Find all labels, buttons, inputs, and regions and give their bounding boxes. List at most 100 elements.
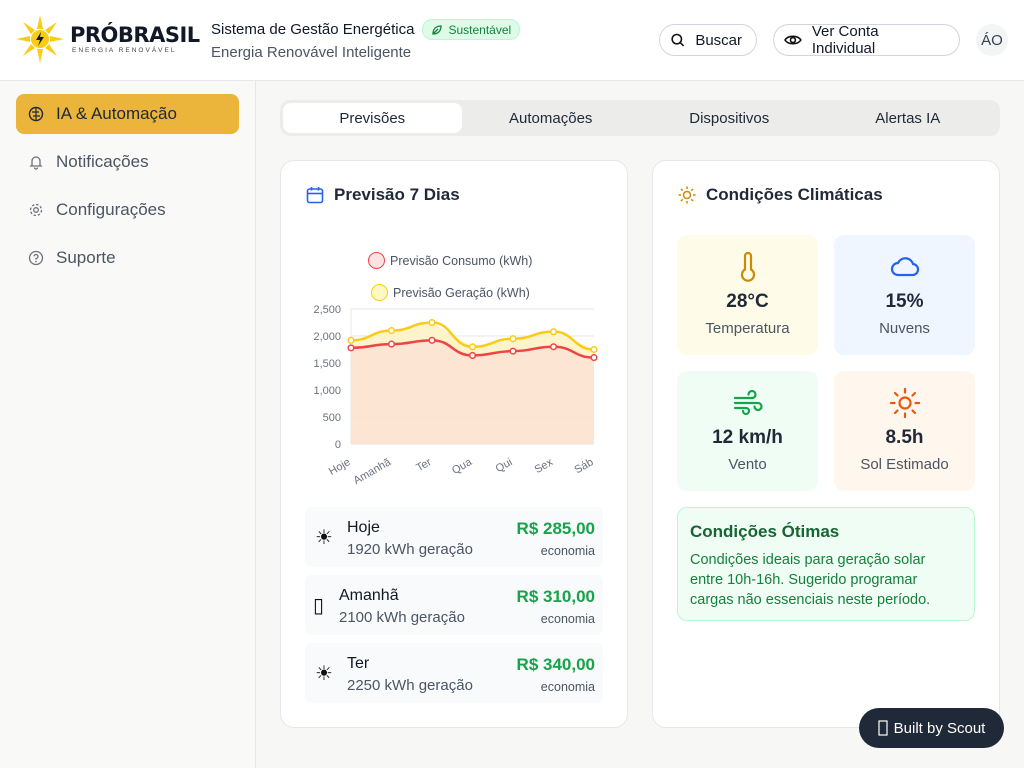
sun-hours-label: Sol Estimado	[860, 456, 949, 473]
data-point	[347, 336, 355, 344]
optimal-conditions-box: Condições Ótimas Condições ideais para g…	[677, 507, 975, 621]
temperature-label: Temperatura	[705, 320, 790, 337]
status-badge: Sustentável	[422, 19, 521, 40]
sidebar-item-label: Suporte	[56, 248, 116, 267]
data-point	[387, 327, 396, 335]
data-point	[347, 344, 355, 352]
forecast-row[interactable]: ▯ Amanhã 2100 kWh geração R$ 310,00 econ…	[305, 575, 603, 635]
clouds-tile: 15% Nuvens	[834, 235, 975, 355]
clouds-value: 15%	[885, 291, 924, 312]
badge-label: Sustentável	[448, 22, 512, 37]
data-point	[590, 345, 598, 354]
forecast-saving-label: economia	[540, 544, 595, 558]
x-tick-label: Qua	[450, 456, 475, 477]
built-by-label: Built by Scout	[893, 719, 986, 737]
logo-tagline: ENERGIA RENOVÁVEL	[72, 47, 177, 54]
sidebar-item-notificacoes[interactable]: Notificações	[16, 142, 239, 182]
sidebar-item-label: IA & Automação	[56, 104, 177, 123]
sidebar-item-ia-automacao[interactable]: IA & Automação	[16, 94, 239, 134]
placeholder-icon: ▯	[313, 594, 325, 617]
logo-name: PRÓBRASIL	[70, 23, 200, 47]
y-tick-label: 1,000	[313, 385, 341, 397]
thermometer-icon	[740, 251, 755, 282]
sidebar-item-configuracoes[interactable]: Configurações	[16, 190, 239, 230]
sidebar-item-label: Configurações	[56, 200, 166, 219]
search-icon	[671, 33, 685, 47]
temperature-tile: 28°C Temperatura	[677, 235, 818, 355]
forecast-row[interactable]: ☀ Hoje 1920 kWh geração R$ 285,00 econom…	[305, 507, 603, 567]
view-account-button[interactable]: Ver Conta Individual	[773, 23, 960, 57]
sun-logo-icon	[16, 15, 64, 63]
sidebar-item-label: Notificações	[56, 152, 149, 171]
user-avatar[interactable]: ÁO	[976, 24, 1008, 56]
built-by-button[interactable]: Built by Scout	[859, 708, 1004, 748]
sidebar: IA & Automação Notificações Configuraçõe…	[0, 81, 256, 768]
sun-icon: ☀	[315, 662, 333, 685]
sun-icon	[678, 186, 696, 204]
help-circle-icon	[28, 250, 44, 266]
eye-icon	[784, 35, 802, 45]
forecast-generation: 1920 kWh geração	[347, 541, 473, 558]
tab-alertas-ia[interactable]: Alertas IA	[819, 103, 998, 133]
forecast-saving: R$ 285,00	[516, 519, 595, 538]
gear-icon	[29, 203, 43, 217]
brand-logo[interactable]: PRÓBRASIL ENERGIA RENOVÁVEL	[16, 15, 200, 63]
wind-tile: 12 km/h Vento	[677, 371, 818, 491]
data-point	[590, 354, 598, 362]
view-account-label: Ver Conta Individual	[811, 23, 879, 57]
forecast-day: Amanhã	[339, 587, 399, 604]
forecast-day: Ter	[347, 655, 370, 672]
tab-dispositivos[interactable]: Dispositivos	[640, 103, 819, 133]
forecast-chart: 2,500 2,000 1,500 1,000 500 0 Hoje Amanhã Ter Qua…	[313, 304, 598, 487]
forecast-generation: 2250 kWh geração	[347, 677, 473, 694]
sun-icon: ☀	[315, 526, 333, 549]
forecast-saving-label: economia	[540, 612, 595, 626]
brain-icon	[28, 106, 44, 122]
data-point	[549, 343, 558, 351]
tab-previsoes[interactable]: Previsões	[283, 103, 462, 133]
system-subtitle: Energia Renovável Inteligente	[211, 44, 412, 61]
data-point	[428, 318, 436, 327]
y-tick-label: 500	[323, 412, 341, 424]
sun-icon	[889, 387, 920, 419]
sidebar-item-suporte[interactable]: Suporte	[16, 238, 239, 278]
forecast-row[interactable]: ☀ Ter 2250 kWh geração R$ 340,00 economi…	[305, 643, 603, 703]
data-point	[468, 343, 477, 351]
forecast-saving: R$ 310,00	[516, 587, 595, 606]
x-tick-label: Ter	[414, 456, 434, 474]
climate-card: Condições Climáticas 28°C Temperatura 15…	[652, 160, 1000, 728]
bell-icon	[29, 156, 43, 170]
forecast-saving: R$ 340,00	[516, 655, 595, 674]
x-tick-label: Amanhã	[352, 456, 394, 487]
data-point	[549, 328, 558, 336]
forecast-day: Hoje	[347, 519, 380, 536]
main-tabs: Previsões Automações Dispositivos Alerta…	[280, 100, 1000, 136]
data-point	[468, 351, 477, 359]
data-point	[509, 347, 517, 355]
placeholder-icon	[878, 720, 888, 736]
clouds-label: Nuvens	[879, 320, 930, 337]
forecast-generation: 2100 kWh geração	[339, 609, 465, 626]
y-tick-label: 0	[335, 439, 341, 451]
sun-hours-value: 8.5h	[885, 427, 924, 448]
x-tick-label: Qui	[494, 456, 515, 475]
temperature-value: 28°C	[726, 291, 769, 312]
y-tick-label: 2,000	[313, 331, 341, 343]
x-tick-label: Sáb	[573, 456, 596, 476]
sun-hours-tile: 8.5h Sol Estimado	[834, 371, 975, 491]
system-title: Sistema de Gestão Energética	[211, 21, 415, 38]
y-tick-label: 2,500	[313, 304, 341, 316]
wind-icon	[733, 389, 763, 416]
data-point	[387, 340, 396, 348]
wind-value: 12 km/h	[712, 427, 783, 448]
conditions-text: Condições ideais para geração solar entr…	[690, 552, 931, 608]
search-button[interactable]: Buscar	[659, 24, 757, 56]
tab-automacoes[interactable]: Automações	[462, 103, 641, 133]
cloud-icon	[890, 257, 919, 277]
y-tick-label: 1,500	[313, 358, 341, 370]
data-point	[428, 336, 436, 344]
climate-card-title: Condições Climáticas	[706, 185, 883, 204]
wind-label: Vento	[728, 456, 767, 473]
search-button-label: Buscar	[695, 31, 742, 49]
x-tick-label: Hoje	[327, 456, 353, 478]
